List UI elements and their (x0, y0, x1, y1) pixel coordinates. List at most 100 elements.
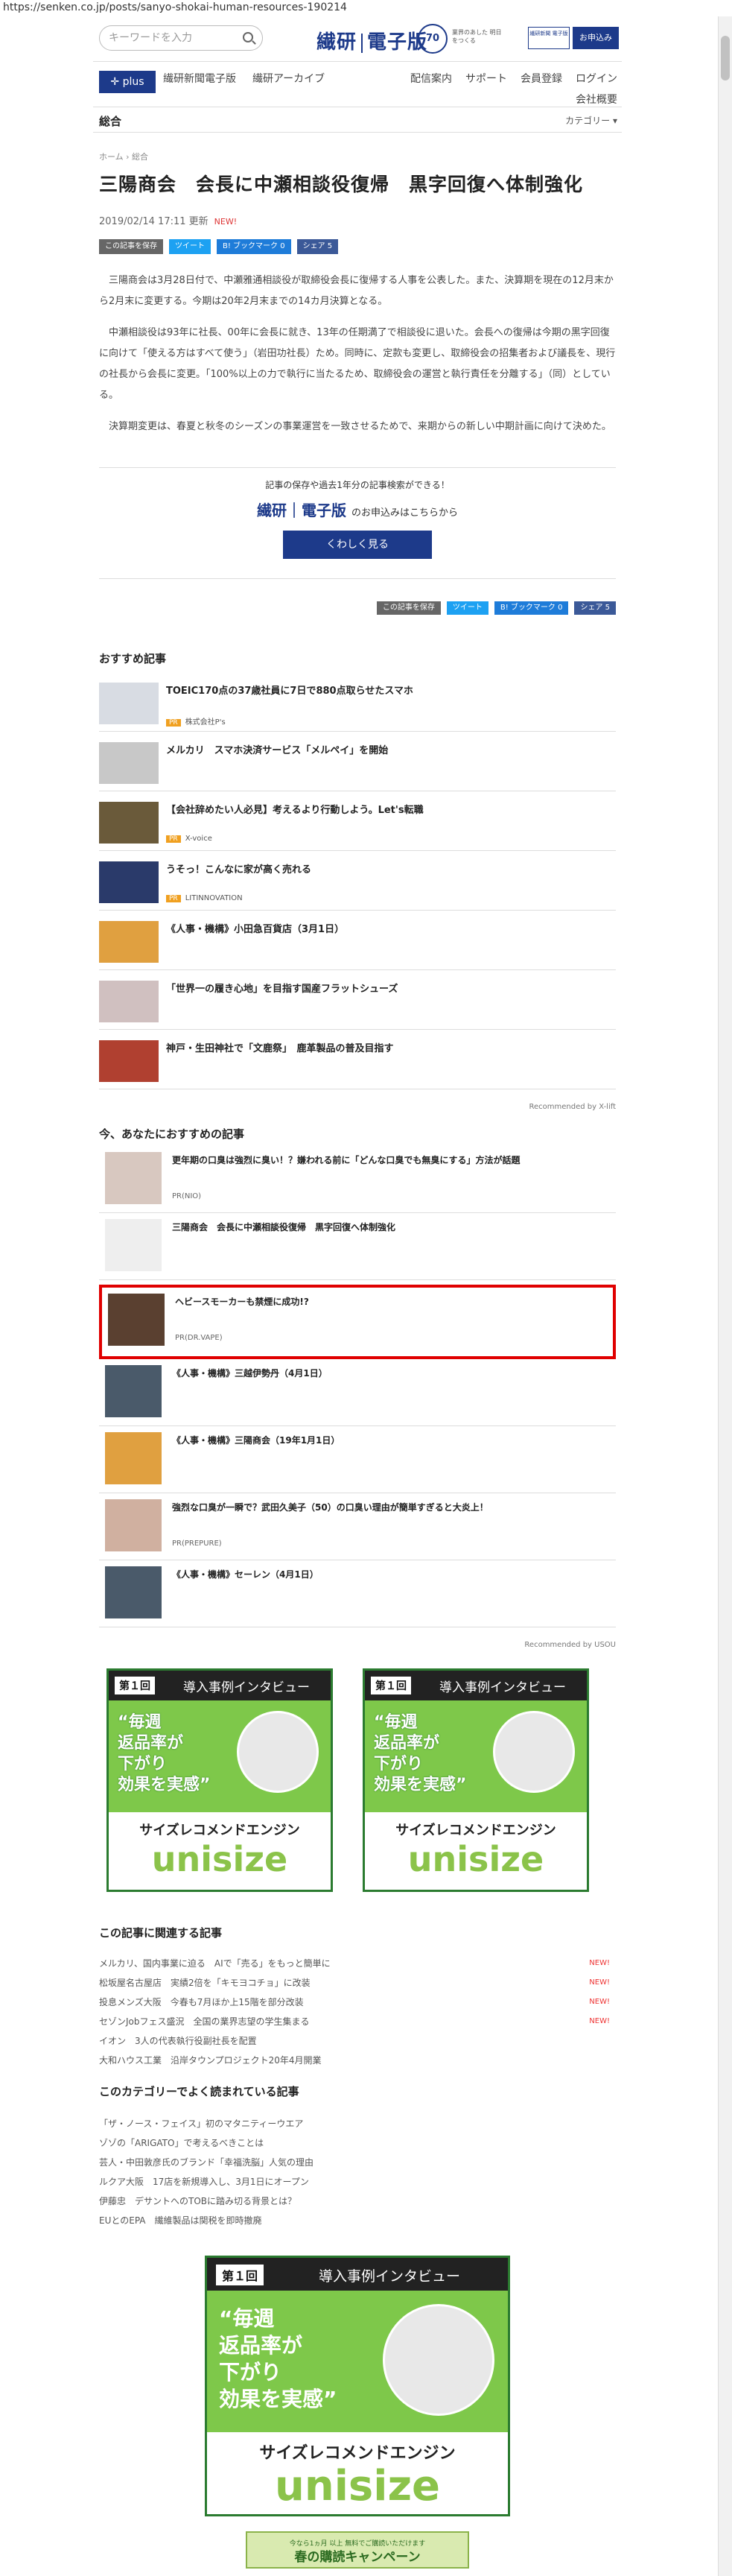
item-title: 《人事・機構》小田急百貨店（3月1日） (166, 924, 345, 935)
popular-link[interactable]: 芸人・中田敦彦氏のブランド「幸福洗脳」人気の理由 (99, 2153, 616, 2172)
list-item[interactable]: 《人事・機構》小田急百貨店（3月1日） (99, 911, 616, 970)
recommended-by[interactable]: Recommended by X-lift (99, 1103, 617, 1111)
subscription-logo[interactable]: 繊研新聞 電子版 (528, 27, 570, 49)
nav-archive[interactable]: 繊研アーカイブ (252, 73, 325, 85)
related-link[interactable]: イオン 3人の代表執行役副社長を配置 (99, 2031, 616, 2051)
nav-login[interactable]: ログイン (576, 73, 617, 85)
nav-register[interactable]: 会員登録 (521, 73, 562, 85)
thumbnail (99, 921, 159, 963)
search-input[interactable]: キーワードを入力 (99, 25, 263, 51)
tweet-button[interactable]: ツイート (169, 239, 211, 254)
cta-suffix: のお申込みはこちらから (351, 507, 458, 519)
spring-campaign-banner[interactable]: 今なら1ヵ月 以上 無料でご購読いただけます 春の購読キャンペーン (246, 2531, 469, 2569)
tweet-button[interactable]: ツイート (446, 601, 488, 615)
related-link[interactable]: 投息メンズ大阪 今春も7月ほか上15階を部分改装 NEW! (99, 1993, 616, 2012)
recommend-list: TOEIC170点の37歳社員に7日で880点取らせたスマホ PR 株式会社P's … (99, 672, 616, 1089)
save-button[interactable]: この記事を保存 (99, 239, 163, 254)
thumbnail (105, 1432, 162, 1484)
popular-link[interactable]: 伊藤忠 デサントへのTOBに踏み切る背景とは？ (99, 2192, 616, 2211)
date-text: 2019/02/14 17:11 更新 (99, 216, 209, 227)
popular-link[interactable]: ルクア大阪 17店を新規導入し、3月1日にオープン (99, 2172, 616, 2192)
item-title: 三陽商会 会長に中瀬相談役復帰 黒字回復へ体制強化 (172, 1222, 396, 1232)
ad-engine: サイズレコメンドエンジン (259, 2444, 456, 2463)
search-icon[interactable] (243, 32, 253, 42)
list-item[interactable]: 《人事・機構》三陽商会（19年1月1日） (99, 1426, 616, 1493)
item-title: 強烈な口臭が一瞬で？武田久美子（50）の口臭い理由が簡単すぎると大炎上！ (172, 1502, 488, 1513)
item-title: 「世界一の履き心地」を目指す国産フラットシューズ (166, 984, 398, 995)
popular-link[interactable]: 「ザ・ノース・フェイス」初のマタニティーウエア (99, 2114, 616, 2133)
recommended-by-usou[interactable]: Recommended by USOU (99, 1641, 616, 1649)
list-item[interactable]: 【会社辞めたい人必見】考えるより行動しよう。Let's転職 PR X-voice (99, 791, 616, 851)
new-badge: NEW! (214, 217, 238, 227)
list-item[interactable]: TOEIC170点の37歳社員に7日で880点取らせたスマホ PR 株式会社P's (99, 672, 616, 732)
sponsor: 株式会社P's (185, 718, 226, 727)
ad-quote: “毎週 返品率が 下がり 効果を実感” (374, 1713, 467, 1794)
thumbnail (105, 1365, 162, 1417)
thumbnail (105, 1219, 162, 1271)
hatena-button[interactable]: B! ブックマーク 0 (217, 239, 291, 254)
scrollbar-thumb[interactable] (721, 36, 730, 80)
item-title: 《人事・機構》セーレン（4月1日） (172, 1569, 319, 1580)
ad-engine: サイズレコメンドエンジン (139, 1823, 300, 1838)
list-item[interactable]: 「世界一の履き心地」を目指す国産フラットシューズ (99, 970, 616, 1030)
nav-denshiban[interactable]: 繊研新聞電子版 (163, 73, 236, 85)
cta-logo-text: 繊研｜電子版 (257, 501, 346, 519)
thumbnail (99, 1040, 159, 1082)
sponsor: LITINNOVATION (185, 894, 243, 902)
save-button[interactable]: この記事を保存 (376, 601, 441, 615)
popular-heading: このカテゴリーでよく読まれている記事 (99, 2085, 299, 2098)
ad-quote: “毎週 返品率が 下がり 効果を実感” (219, 2306, 337, 2411)
list-item[interactable]: 《人事・機構》三越伊勢丹（4月1日） (99, 1359, 616, 1426)
list-item-highlighted[interactable]: ヘビースモーカーも禁煙に成功!? PR(DR.VAPE) (99, 1285, 616, 1359)
thumbnail (105, 1566, 162, 1618)
related-link[interactable]: 松坂屋名古屋店 実績2倍を「キモヨコチョ」に改装 NEW! (99, 1973, 616, 1993)
list-item[interactable]: 神戸・生田神社で「文鹿祭」 鹿革製品の普及目指す (99, 1030, 616, 1089)
paragraph: 中瀬相談役は93年に社長、00年に会長に就き、13年の任期満了で相談役に退いた。… (99, 327, 616, 401)
pr-label: PR 株式会社P's (166, 715, 226, 727)
new-badge: NEW! (589, 2017, 610, 2025)
popular-link[interactable]: EUとのEPA 繊維製品は関税を即時撤廃 (99, 2211, 616, 2230)
address-bar[interactable]: https://senken.co.jp/posts/sanyo-shokai-… (0, 0, 732, 16)
category-menu[interactable]: カテゴリー ▾ (565, 114, 617, 127)
thumbnail (99, 683, 159, 724)
thumbnail (99, 802, 159, 844)
related-link[interactable]: セゾンJobフェス盛況 全国の業界志望の学生集まる NEW! (99, 2012, 616, 2031)
list-item[interactable]: うそっ！こんなに家が高く売れる PR LITINNOVATION (99, 851, 616, 911)
facebook-share-button[interactable]: シェア 5 (296, 239, 339, 254)
ad-banner-large[interactable]: 第１回 導入事例インタビュー “毎週 返品率が 下がり 効果を実感” サイズレコメ… (205, 2256, 510, 2516)
list-item[interactable]: メルカリ スマホ決済サービス「メルペイ」を開始 (99, 732, 616, 791)
apply-button[interactable]: お申込み (573, 27, 619, 49)
campaign-line: 今なら1ヵ月 以上 無料でご購読いただけます (289, 2540, 426, 2548)
list-item[interactable]: 強烈な口臭が一瞬で？武田久美子（50）の口臭い理由が簡単すぎると大炎上！ PR(P… (99, 1493, 616, 1560)
facebook-share-button[interactable]: シェア 5 (574, 601, 616, 615)
plus-button[interactable]: ✛ plus (99, 71, 156, 93)
logo-divider (361, 34, 363, 53)
related-heading: この記事に関連する記事 (99, 1926, 223, 1940)
cta-button[interactable]: くわしく見る (283, 531, 432, 559)
ad-number: 第１回 (115, 1677, 155, 1694)
anniversary-badge: 70 (418, 24, 448, 54)
sponsor: X-voice (185, 835, 212, 843)
ad-engine: サイズレコメンドエンジン (395, 1823, 556, 1838)
nav-company[interactable]: 会社概要 (576, 92, 617, 107)
popular-link[interactable]: ゾゾの「ARIGATO」で考えるべきことは (99, 2133, 616, 2153)
thumbnail (105, 1152, 162, 1204)
thumbnail (105, 1499, 162, 1551)
related-link[interactable]: メルカリ、国内事業に迫る AIで「売る」をもっと簡単に NEW! (99, 1954, 616, 1973)
ad-banner[interactable]: 第１回 導入事例インタビュー “毎週 返品率が 下がり 効果を実感” サイズレコメ… (106, 1668, 333, 1892)
related-link[interactable]: 大和ハウス工業 沿岸タウンプロジェクト20年4月開業 (99, 2051, 616, 2070)
breadcrumb[interactable]: ホーム › 総合 (99, 151, 616, 162)
hatena-button[interactable]: B! ブックマーク 0 (494, 601, 569, 615)
nav-haishin[interactable]: 配信案内 (410, 73, 452, 85)
ad-heading: 導入事例インタビュー (319, 2268, 461, 2285)
nav-support[interactable]: サポート (465, 73, 507, 85)
list-item[interactable]: 《人事・機構》セーレン（4月1日） (99, 1560, 616, 1627)
article-title: 三陽商会 会長に中瀬相談役復帰 黒字回復へ体制強化 (99, 174, 584, 195)
site-logo[interactable]: 繊研 電子版 (316, 27, 427, 54)
cta-logo: 繊研｜電子版 のお申込みはこちらから (99, 499, 616, 520)
ad-banner[interactable]: 第１回 導入事例インタビュー “毎週 返品率が 下がり 効果を実感” サイズレコメ… (363, 1668, 589, 1892)
item-title: 《人事・機構》三陽商会（19年1月1日） (172, 1435, 340, 1446)
list-item[interactable]: 三陽商会 会長に中瀬相談役復帰 黒字回復へ体制強化 (99, 1213, 616, 1280)
scrollbar[interactable] (718, 16, 732, 2576)
list-item[interactable]: 更年期の口臭は強烈に臭い！？嫌われる前に「どんな口臭でも無臭にする」方法が話題 P… (99, 1146, 616, 1213)
